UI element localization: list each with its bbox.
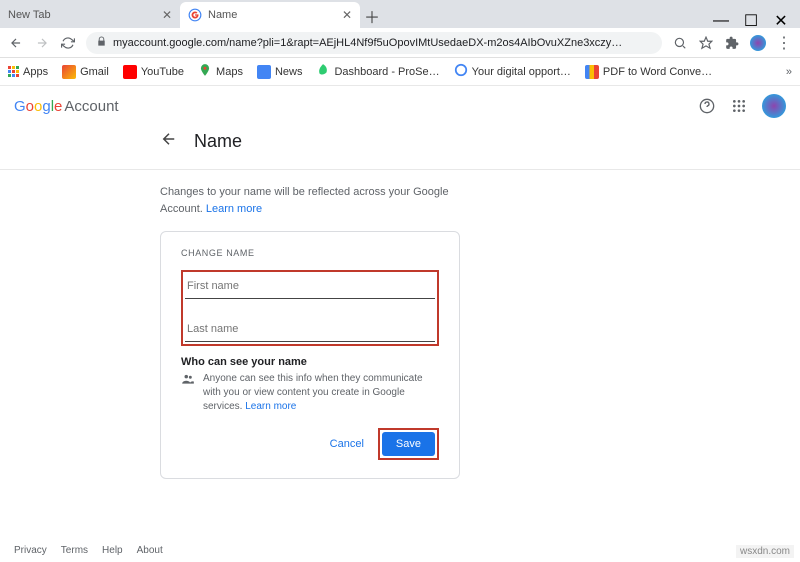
- bookmark-maps[interactable]: Maps: [198, 63, 243, 80]
- cancel-button[interactable]: Cancel: [330, 438, 364, 450]
- url-text: myaccount.google.com/name?pli=1&rapt=AEj…: [113, 37, 622, 49]
- content-area: Changes to your name will be reflected a…: [0, 170, 800, 479]
- nav-back-button[interactable]: [8, 35, 24, 51]
- name-fields-highlight: [181, 270, 439, 346]
- pdf-icon: [585, 65, 599, 79]
- news-icon: [257, 65, 271, 79]
- visibility-text: Anyone can see this info when they commu…: [203, 372, 439, 414]
- visibility-learn-more-link[interactable]: Learn more: [245, 401, 296, 412]
- new-tab-button[interactable]: ＋: [360, 4, 384, 28]
- youtube-icon: [123, 65, 137, 79]
- watermark: wsxdn.com: [736, 545, 794, 558]
- page-description: Changes to your name will be reflected a…: [160, 184, 460, 217]
- app-header: GoogleAccount: [0, 86, 800, 126]
- save-button[interactable]: Save: [382, 432, 435, 456]
- window-minimize-icon[interactable]: ―: [714, 14, 728, 28]
- account-avatar[interactable]: [762, 94, 786, 118]
- google-account-logo: GoogleAccount: [14, 98, 119, 115]
- tab-title: New Tab: [8, 9, 51, 21]
- bookmark-dashboard[interactable]: Dashboard - ProSe…: [316, 63, 439, 80]
- bookmark-gmail[interactable]: Gmail: [62, 65, 109, 79]
- bookmark-digital[interactable]: Your digital opport…: [454, 63, 571, 80]
- footer-links: Privacy Terms Help About: [14, 545, 163, 556]
- footer-privacy[interactable]: Privacy: [14, 545, 47, 556]
- bookmarks-overflow-icon[interactable]: »: [786, 66, 792, 78]
- page-title-row: Name: [0, 126, 800, 170]
- save-button-highlight: Save: [378, 428, 439, 460]
- back-arrow-button[interactable]: [160, 130, 178, 153]
- bookmark-pdf[interactable]: PDF to Word Conve…: [585, 65, 712, 79]
- last-name-input[interactable]: [185, 317, 435, 342]
- bookmark-youtube[interactable]: YouTube: [123, 65, 184, 79]
- first-name-input[interactable]: [185, 274, 435, 299]
- learn-more-link[interactable]: Learn more: [206, 203, 262, 215]
- card-actions: Cancel Save: [181, 428, 439, 460]
- browser-tab-new[interactable]: New Tab ✕: [0, 2, 180, 28]
- browser-menu-icon[interactable]: ⋮: [776, 35, 792, 51]
- google-icon: [454, 63, 468, 80]
- address-input[interactable]: myaccount.google.com/name?pli=1&rapt=AEj…: [86, 32, 662, 54]
- gmail-icon: [62, 65, 76, 79]
- profile-avatar-icon[interactable]: [750, 35, 766, 51]
- apps-grid-icon: [8, 66, 19, 77]
- footer-help[interactable]: Help: [102, 545, 123, 556]
- lock-icon: [96, 36, 107, 50]
- browser-tab-name[interactable]: Name ✕: [180, 2, 360, 28]
- nav-forward-button[interactable]: [34, 35, 50, 51]
- google-favicon-icon: [188, 8, 202, 22]
- apps-label: Apps: [23, 66, 48, 78]
- page-title: Name: [194, 131, 242, 152]
- leaf-icon: [316, 63, 330, 80]
- apps-shortcut[interactable]: Apps: [8, 66, 48, 78]
- help-icon[interactable]: [698, 97, 716, 115]
- maps-icon: [198, 63, 212, 80]
- card-section-label: CHANGE NAME: [181, 248, 439, 258]
- nav-reload-button[interactable]: [60, 35, 76, 51]
- window-close-icon[interactable]: ✕: [774, 14, 788, 28]
- bookmarks-bar: Apps Gmail YouTube Maps News Dashboard -…: [0, 58, 800, 86]
- address-bar: myaccount.google.com/name?pli=1&rapt=AEj…: [0, 28, 800, 58]
- browser-tab-strip: New Tab ✕ Name ✕ ＋ ― ☐ ✕: [0, 0, 800, 28]
- apps-launcher-icon[interactable]: [730, 97, 748, 115]
- tab-title: Name: [208, 9, 237, 21]
- extensions-icon[interactable]: [724, 35, 740, 51]
- bookmark-news[interactable]: News: [257, 65, 303, 79]
- footer-terms[interactable]: Terms: [61, 545, 88, 556]
- zoom-icon[interactable]: [672, 35, 688, 51]
- close-icon[interactable]: ✕: [342, 8, 352, 22]
- close-icon[interactable]: ✕: [162, 8, 172, 22]
- visibility-heading: Who can see your name: [181, 356, 439, 368]
- people-icon: [181, 372, 195, 414]
- star-icon[interactable]: [698, 35, 714, 51]
- window-maximize-icon[interactable]: ☐: [744, 14, 758, 28]
- change-name-card: CHANGE NAME Who can see your name Anyone…: [160, 231, 460, 479]
- footer-about[interactable]: About: [137, 545, 163, 556]
